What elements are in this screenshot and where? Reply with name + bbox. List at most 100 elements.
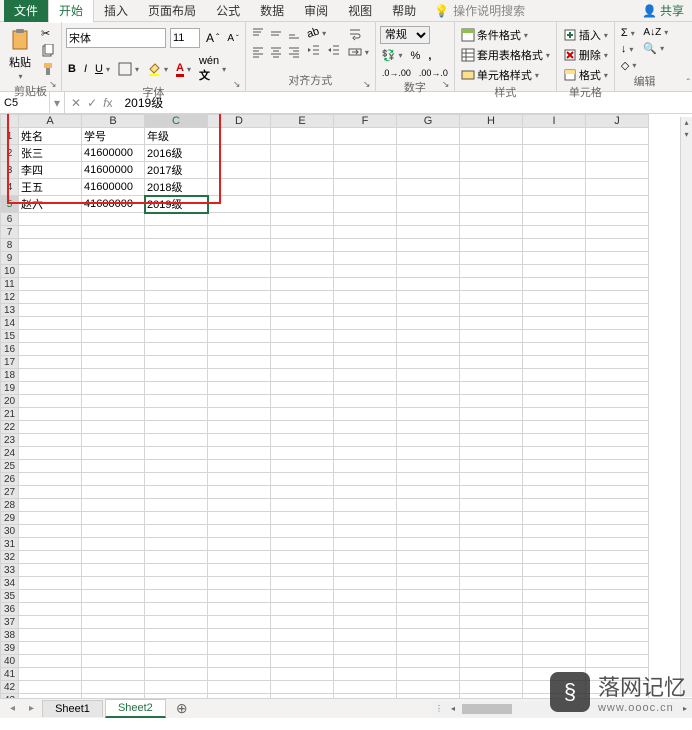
- cell-H23[interactable]: [460, 434, 523, 447]
- cell-G12[interactable]: [397, 291, 460, 304]
- bold-button[interactable]: B: [66, 62, 78, 76]
- cell-G18[interactable]: [397, 369, 460, 382]
- cell-H16[interactable]: [460, 343, 523, 356]
- row-header-34[interactable]: 34: [1, 577, 19, 590]
- cell-A34[interactable]: [19, 577, 82, 590]
- cell-F28[interactable]: [334, 499, 397, 512]
- row-header-19[interactable]: 19: [1, 382, 19, 395]
- cell-J36[interactable]: [586, 603, 649, 616]
- cell-D2[interactable]: [208, 145, 271, 162]
- insert-cells-button[interactable]: 插入▾: [561, 26, 610, 44]
- cell-I9[interactable]: [523, 252, 586, 265]
- cell-H14[interactable]: [460, 317, 523, 330]
- percent-button[interactable]: %: [409, 48, 423, 63]
- cell-I30[interactable]: [523, 525, 586, 538]
- cell-B33[interactable]: [82, 564, 145, 577]
- cell-H24[interactable]: [460, 447, 523, 460]
- cell-G5[interactable]: [397, 196, 460, 213]
- cell-E42[interactable]: [271, 681, 334, 694]
- cell-B21[interactable]: [82, 408, 145, 421]
- cell-E38[interactable]: [271, 629, 334, 642]
- cell-I34[interactable]: [523, 577, 586, 590]
- cell-F41[interactable]: [334, 668, 397, 681]
- cell-H37[interactable]: [460, 616, 523, 629]
- cell-E22[interactable]: [271, 421, 334, 434]
- row-header-16[interactable]: 16: [1, 343, 19, 356]
- row-header-7[interactable]: 7: [1, 226, 19, 239]
- cell-C26[interactable]: [145, 473, 208, 486]
- cell-J29[interactable]: [586, 512, 649, 525]
- cell-E16[interactable]: [271, 343, 334, 356]
- cell-I29[interactable]: [523, 512, 586, 525]
- cell-B18[interactable]: [82, 369, 145, 382]
- cell-H10[interactable]: [460, 265, 523, 278]
- cell-C2[interactable]: 2016级: [145, 145, 208, 162]
- cell-E24[interactable]: [271, 447, 334, 460]
- cell-C1[interactable]: 年级: [145, 128, 208, 145]
- cell-J33[interactable]: [586, 564, 649, 577]
- cell-I32[interactable]: [523, 551, 586, 564]
- row-header-31[interactable]: 31: [1, 538, 19, 551]
- cell-C8[interactable]: [145, 239, 208, 252]
- select-all-corner[interactable]: [1, 115, 19, 128]
- cell-I7[interactable]: [523, 226, 586, 239]
- cell-A11[interactable]: [19, 278, 82, 291]
- cell-B29[interactable]: [82, 512, 145, 525]
- cell-C10[interactable]: [145, 265, 208, 278]
- cell-A14[interactable]: [19, 317, 82, 330]
- cell-B12[interactable]: [82, 291, 145, 304]
- border-button[interactable]: ▾: [116, 61, 141, 77]
- cell-H29[interactable]: [460, 512, 523, 525]
- cell-J24[interactable]: [586, 447, 649, 460]
- cell-E35[interactable]: [271, 590, 334, 603]
- cell-J42[interactable]: [586, 681, 649, 694]
- cell-F26[interactable]: [334, 473, 397, 486]
- cell-F11[interactable]: [334, 278, 397, 291]
- row-header-3[interactable]: 3: [1, 162, 19, 179]
- cell-E37[interactable]: [271, 616, 334, 629]
- cell-B10[interactable]: [82, 265, 145, 278]
- cell-G30[interactable]: [397, 525, 460, 538]
- font-name-select[interactable]: [66, 28, 166, 48]
- cell-I35[interactable]: [523, 590, 586, 603]
- tab-review[interactable]: 审阅: [294, 0, 338, 22]
- format-painter-button[interactable]: [39, 61, 57, 77]
- cell-H36[interactable]: [460, 603, 523, 616]
- cell-A9[interactable]: [19, 252, 82, 265]
- row-header-21[interactable]: 21: [1, 408, 19, 421]
- cell-I20[interactable]: [523, 395, 586, 408]
- cell-D34[interactable]: [208, 577, 271, 590]
- cell-F14[interactable]: [334, 317, 397, 330]
- cell-B27[interactable]: [82, 486, 145, 499]
- cell-B28[interactable]: [82, 499, 145, 512]
- cell-B35[interactable]: [82, 590, 145, 603]
- cell-J10[interactable]: [586, 265, 649, 278]
- cell-C5[interactable]: 2019级: [145, 196, 208, 213]
- currency-button[interactable]: 💱▾: [380, 48, 405, 63]
- cell-A43[interactable]: [19, 694, 82, 699]
- cell-E6[interactable]: [271, 213, 334, 226]
- cell-D40[interactable]: [208, 655, 271, 668]
- comma-button[interactable]: ,: [426, 48, 433, 63]
- cell-E8[interactable]: [271, 239, 334, 252]
- cell-J38[interactable]: [586, 629, 649, 642]
- cell-E28[interactable]: [271, 499, 334, 512]
- cell-A13[interactable]: [19, 304, 82, 317]
- cell-A30[interactable]: [19, 525, 82, 538]
- cell-J20[interactable]: [586, 395, 649, 408]
- row-header-13[interactable]: 13: [1, 304, 19, 317]
- cut-button[interactable]: ✂: [39, 26, 57, 41]
- cell-B39[interactable]: [82, 642, 145, 655]
- cell-D38[interactable]: [208, 629, 271, 642]
- hscroll-left[interactable]: ◂: [446, 704, 460, 713]
- cell-A38[interactable]: [19, 629, 82, 642]
- cell-E17[interactable]: [271, 356, 334, 369]
- hscroll-right[interactable]: ▸: [678, 704, 692, 713]
- cell-C34[interactable]: [145, 577, 208, 590]
- cell-J22[interactable]: [586, 421, 649, 434]
- row-header-40[interactable]: 40: [1, 655, 19, 668]
- cell-E10[interactable]: [271, 265, 334, 278]
- cell-F29[interactable]: [334, 512, 397, 525]
- cell-B32[interactable]: [82, 551, 145, 564]
- cell-B31[interactable]: [82, 538, 145, 551]
